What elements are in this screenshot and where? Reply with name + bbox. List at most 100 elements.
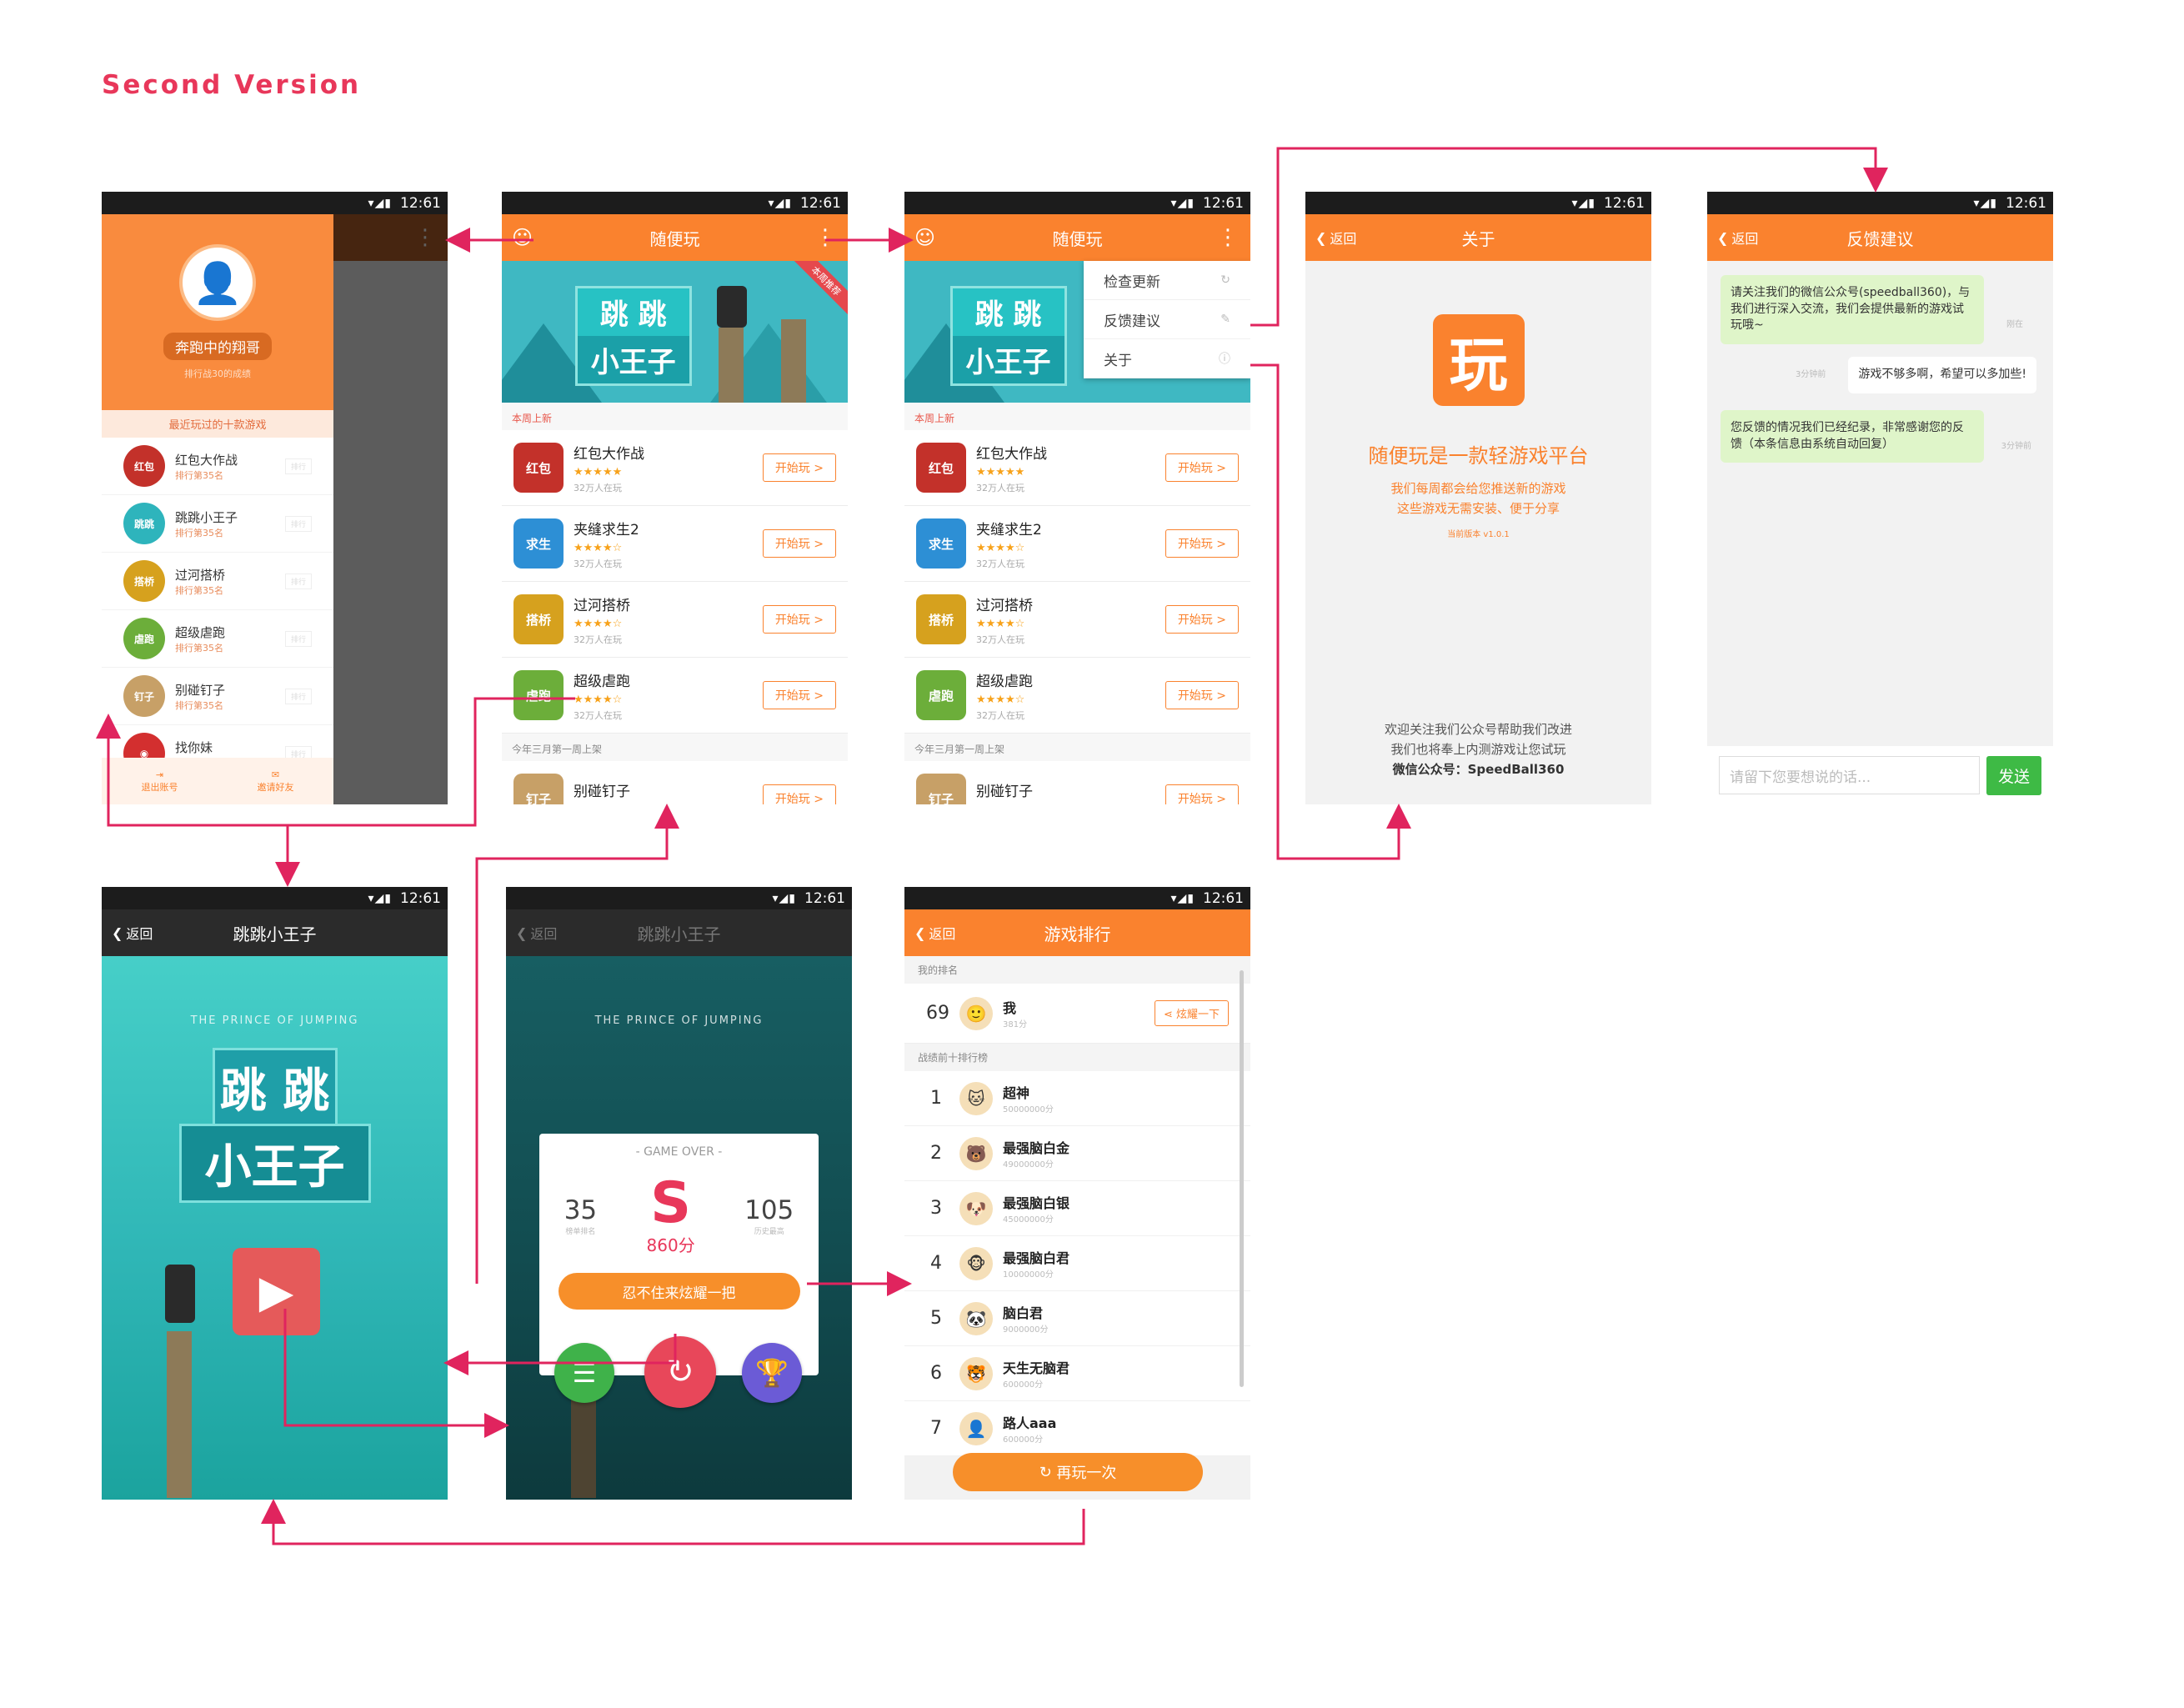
play-button[interactable]: ▶	[233, 1248, 320, 1335]
player-name: 超神	[1003, 1085, 1030, 1101]
recent-game-row[interactable]: 红包 红包大作战 排行第35名 排行	[102, 438, 333, 495]
signal-icon: ▾◢▮	[1170, 196, 1195, 210]
gameover-stats: 35 榜单排名 S 860分 105 历史最高	[539, 1175, 819, 1256]
play-button[interactable]: 开始玩 >	[1165, 529, 1239, 558]
recent-game-row[interactable]: 跳跳 跳跳小王子 排行第35名 排行	[102, 495, 333, 553]
back-label: 返回	[929, 926, 956, 942]
grade-stat: S 860分	[647, 1175, 695, 1256]
game-row[interactable]: 搭桥 过河搭桥 ★★★★☆ 32万人在玩 开始玩 >	[904, 582, 1250, 658]
invite-button[interactable]: ✉ 邀请好友	[258, 769, 294, 794]
recent-game-row[interactable]: 搭桥 过河搭桥 排行第35名 排行	[102, 553, 333, 610]
rating-stars: ★★★★☆	[976, 693, 1025, 706]
player-name: 我	[1003, 1000, 1017, 1016]
player-count: 32万人在玩	[574, 634, 622, 645]
back-button[interactable]: ❮ 返回	[516, 909, 557, 956]
rank-list: 1 🐱 超神 50000000分 2 🐻 最强脑白金 49000000分 3 🐶 最强脑白银 4500…	[904, 1071, 1250, 1456]
rating-stars: ★★★★☆	[976, 617, 1025, 630]
game-row[interactable]: 钉子别碰钉子 ★★★★☆开始玩 >	[502, 761, 848, 804]
status-bar: ▾◢▮ 12:61	[102, 887, 448, 909]
status-bar: ▾◢▮ 12:61	[904, 887, 1250, 909]
more-icon[interactable]: ⋮	[1217, 214, 1239, 261]
replay-button[interactable]: ↻	[644, 1336, 716, 1408]
best-value: 105	[744, 1195, 794, 1225]
share-button[interactable]: 忍不住来炫耀一把	[558, 1273, 800, 1310]
play-button[interactable]: 开始玩 >	[762, 605, 836, 634]
signal-icon: ▾◢▮	[368, 891, 392, 905]
avatar: 🐱	[959, 1081, 993, 1115]
play-button[interactable]: 开始玩 >	[1165, 605, 1239, 634]
logout-label: 退出账号	[141, 781, 178, 793]
desc-line: 我们每周都会给您推送新的游戏	[1390, 481, 1566, 496]
rank-number: 7	[930, 1418, 942, 1439]
play-again-button[interactable]: ↻ 再玩一次	[953, 1453, 1203, 1491]
section-new: 本周上新	[502, 403, 848, 430]
play-button[interactable]: 开始玩 >	[762, 681, 836, 709]
play-button[interactable]: 开始玩 >	[1165, 453, 1239, 482]
game-row[interactable]: 虐跑 超级虐跑 ★★★★☆ 32万人在玩 开始玩 >	[904, 658, 1250, 734]
game-subtitle: THE PRINCE OF JUMPING	[594, 1014, 764, 1027]
game-row[interactable]: 红包 红包大作战 ★★★★★ 32万人在玩 开始玩 >	[904, 430, 1250, 506]
feedback-input[interactable]: 请留下您要想说的话...	[1719, 756, 1980, 794]
player-name: 天生无脑君	[1003, 1360, 1070, 1376]
section-new: 本周上新	[904, 403, 1250, 430]
rating-stars: ★★★★★	[574, 465, 623, 478]
send-button[interactable]: 发送	[1986, 755, 2041, 795]
menu-label: 反馈建议	[1104, 313, 1160, 330]
game-row[interactable]: 求生 夹缝求生2 ★★★★☆ 32万人在玩 开始玩 >	[502, 506, 848, 582]
back-button[interactable]: ❮ 返回	[1717, 214, 1758, 261]
back-label: 返回	[1330, 231, 1357, 247]
avatar: 🐼	[959, 1301, 993, 1335]
avatar[interactable]: 👤	[179, 244, 256, 321]
rank-number: 5	[930, 1308, 942, 1329]
play-button[interactable]: 开始玩 >	[762, 453, 836, 482]
game-rank: 排行第35名	[175, 527, 223, 538]
scrollbar[interactable]	[1240, 970, 1244, 1387]
chevron-left-icon: ❮	[1315, 229, 1327, 246]
game-row[interactable]: 红包 红包大作战 ★★★★★ 32万人在玩 开始玩 >	[502, 430, 848, 506]
banner-logo-line1: 跳 跳	[577, 288, 689, 336]
menu-check-update[interactable]: 检查更新 ↻	[1084, 261, 1250, 300]
back-button[interactable]: ❮ 返回	[112, 909, 153, 956]
game-info: 夹缝求生2 ★★★★☆ 32万人在玩	[976, 518, 1165, 570]
recent-game-row[interactable]: 虐跑 超级虐跑 排行第35名 排行	[102, 610, 333, 668]
game-canvas: THE PRINCE OF JUMPING 跳 跳 小王子 ▶	[102, 956, 448, 1500]
game-info: 跳跳小王子 排行第35名	[175, 508, 238, 539]
back-button[interactable]: ❮ 返回	[914, 909, 955, 956]
game-icon: 钉子	[513, 774, 564, 804]
user-icon[interactable]: ☺	[914, 214, 935, 261]
game-info: 过河搭桥 ★★★★☆ 32万人在玩	[574, 594, 763, 646]
user-icon[interactable]: ☺	[512, 214, 533, 261]
trophy-button[interactable]: 🏆	[742, 1343, 802, 1403]
game-info: 别碰钉子 ★★★★☆	[574, 779, 763, 805]
game-row[interactable]: 搭桥 过河搭桥 ★★★★☆ 32万人在玩 开始玩 >	[502, 582, 848, 658]
status-bar: ▾◢▮ 12:61	[904, 192, 1250, 214]
play-button[interactable]: 开始玩 >	[762, 529, 836, 558]
rank-label: 榜单排名	[565, 1228, 596, 1236]
leaderboard-button[interactable]: ☰	[554, 1343, 614, 1403]
banner-logo-line2: 小王子	[965, 346, 1051, 379]
game-info: 超级虐跑 排行第35名	[175, 624, 225, 654]
game-icon: 搭桥	[513, 594, 564, 644]
footer-line: 我们也将奉上内测游戏让您试玩	[1390, 742, 1566, 757]
score-value: 860分	[646, 1235, 695, 1255]
footer-line: 欢迎关注我们公众号帮助我们改进	[1384, 722, 1572, 737]
game-row[interactable]: 钉子别碰钉子 ★★★★☆开始玩 >	[904, 761, 1250, 804]
more-icon[interactable]: ⋮	[814, 214, 836, 261]
featured-banner[interactable]: 跳 跳 小王子 本周推荐	[502, 261, 848, 403]
recent-game-row[interactable]: 钉子 别碰钉子 排行第35名 排行	[102, 668, 333, 725]
menu-feedback[interactable]: 反馈建议 ✎	[1084, 300, 1250, 339]
game-icon: 虐跑	[513, 670, 564, 720]
play-button[interactable]: 开始玩 >	[762, 784, 836, 804]
game-row[interactable]: 虐跑 超级虐跑 ★★★★☆ 32万人在玩 开始玩 >	[502, 658, 848, 734]
menu-about[interactable]: 关于 ⓘ	[1084, 339, 1250, 378]
flaunt-button[interactable]: ⋖ 炫耀一下	[1154, 1000, 1229, 1026]
logout-button[interactable]: ⇥ 退出账号	[142, 769, 178, 794]
rating-stars: ★★★★☆	[574, 617, 623, 630]
play-button[interactable]: 开始玩 >	[1165, 681, 1239, 709]
back-label: 返回	[1731, 231, 1759, 247]
rating-stars: ★★★★☆	[574, 541, 623, 554]
clock: 12:61	[804, 889, 845, 907]
game-row[interactable]: 求生 夹缝求生2 ★★★★☆ 32万人在玩 开始玩 >	[904, 506, 1250, 582]
play-button[interactable]: 开始玩 >	[1165, 784, 1239, 804]
back-button[interactable]: ❮ 返回	[1315, 214, 1356, 261]
